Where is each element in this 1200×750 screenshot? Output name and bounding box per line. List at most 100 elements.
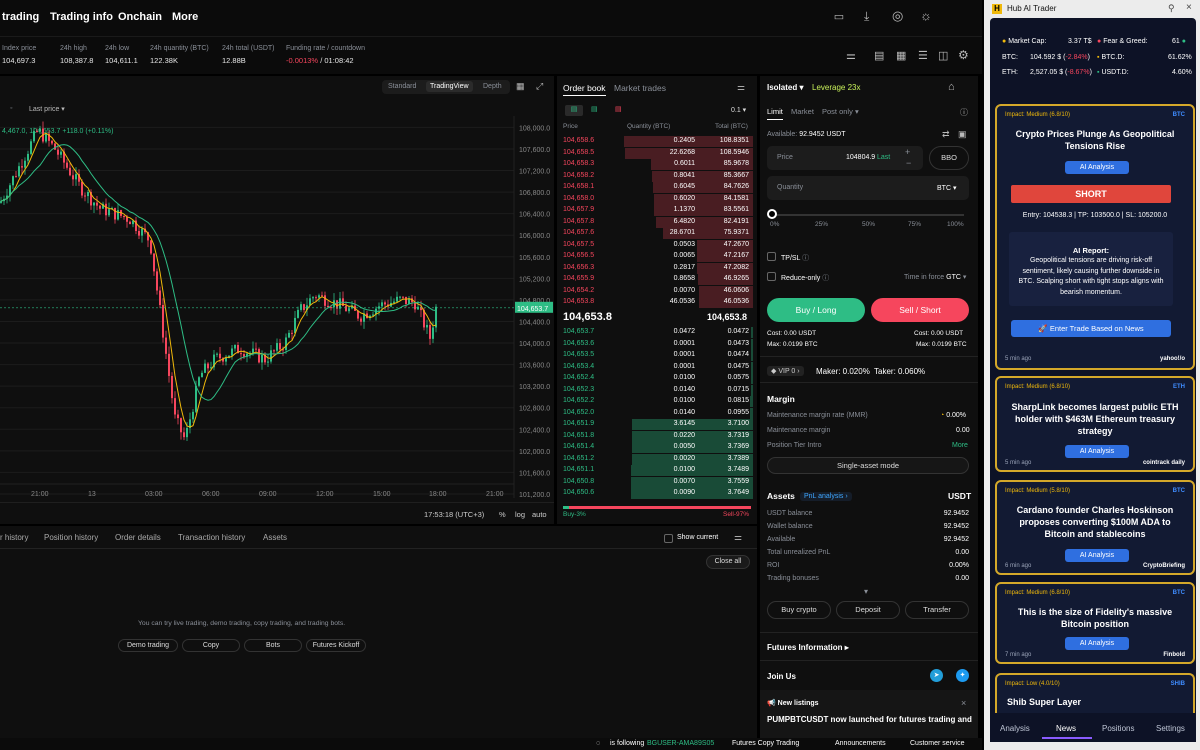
tab-order-history[interactable]: r history (0, 533, 28, 542)
nav-onchain[interactable]: Onchain (118, 11, 162, 23)
tab-order-details[interactable]: Order details (115, 533, 161, 542)
tpsl-checkbox[interactable] (767, 252, 776, 261)
time-in-force-select[interactable]: Time in force GTC ▾ (904, 273, 966, 281)
pnl-analysis-link[interactable]: PnL analysis › (800, 492, 852, 501)
wallet-icon[interactable]: ▭ (832, 10, 846, 24)
auto-scale-toggle[interactable]: auto (532, 510, 547, 519)
price-type-select[interactable]: Last price ▾ (29, 105, 65, 113)
ask-row[interactable]: 104,658.2 0.8041 85.3667 (557, 170, 753, 183)
sell-short-button[interactable]: Sell / Short (871, 298, 969, 322)
footer-copy-trading-link[interactable]: Futures Copy Trading (732, 740, 799, 747)
ask-row[interactable]: 104,658.6 0.2405 108.8351 (557, 136, 753, 148)
ask-row[interactable]: 104,654.2 0.0070 46.0606 (557, 285, 753, 298)
margin-mode-select[interactable]: Isolated ▾ (767, 83, 803, 92)
tab-assets[interactable]: Assets (263, 533, 287, 542)
footer-announcements-link[interactable]: Announcements (835, 740, 886, 747)
news-source[interactable]: Finbold (1163, 652, 1185, 658)
bid-row[interactable]: 104,650.6 0.0090 3.7649 (557, 488, 753, 500)
bid-row[interactable]: 104,653.4 0.0001 0.0475 (557, 361, 753, 374)
view-tradingview[interactable]: TradingView (426, 81, 473, 92)
twitter-icon[interactable]: ✦ (956, 669, 969, 682)
buy-crypto-button[interactable]: Buy crypto (767, 601, 831, 619)
tier-more-link[interactable]: More (952, 442, 968, 449)
enter-trade-button[interactable]: 🚀 Enter Trade Based on News (1011, 320, 1171, 337)
price-increase-icon[interactable]: + (905, 147, 910, 157)
log-scale-toggle[interactable]: log (515, 510, 525, 519)
chat-icon[interactable]: ◌ (596, 740, 600, 747)
demo-trading-button[interactable]: Demo trading (118, 639, 178, 652)
ai-analysis-button[interactable]: AI Analysis (1065, 445, 1129, 458)
ask-row[interactable]: 104,658.5 22.6268 108.5946 (557, 147, 753, 160)
bid-row[interactable]: 104,651.1 0.0100 3.7489 (557, 465, 753, 477)
transfer-icon[interactable]: ⇄ (942, 129, 950, 140)
ai-analysis-button[interactable]: AI Analysis (1065, 637, 1129, 650)
globe-icon[interactable]: ◎ (892, 8, 903, 24)
notes-icon[interactable]: ▤ (874, 49, 884, 62)
bid-row[interactable]: 104,651.9 3.6145 3.7100 (557, 419, 753, 431)
view-depth[interactable]: Depth (483, 83, 502, 90)
hub-tab-positions[interactable]: Positions (1102, 724, 1134, 733)
leverage-select[interactable]: Leverage 23x (812, 83, 860, 92)
nav-trading-info[interactable]: Trading info (50, 11, 113, 23)
price-input[interactable]: Price 104804.9 Last + − (767, 146, 923, 170)
ask-row[interactable]: 104,656.5 0.0065 47.2167 (557, 251, 753, 263)
percent-scale-toggle[interactable]: % (499, 510, 506, 519)
ask-row[interactable]: 104,658.1 0.6045 84.7626 (557, 182, 753, 194)
nav-trading[interactable]: trading (2, 11, 39, 23)
ask-row[interactable]: 104,656.3 0.2817 47.2082 (557, 262, 753, 275)
telegram-icon[interactable]: ➤ (930, 669, 943, 682)
nav-more[interactable]: More (172, 11, 198, 23)
ai-analysis-button[interactable]: AI Analysis (1065, 161, 1129, 174)
single-asset-mode-button[interactable]: Single-asset mode (767, 457, 969, 474)
quantity-input[interactable]: Quantity BTC ▾ (767, 176, 969, 200)
calculator-icon[interactable]: ⌂ (948, 81, 955, 93)
price-last-button[interactable]: Last (877, 154, 890, 161)
bid-row[interactable]: 104,652.0 0.0140 0.0955 (557, 407, 753, 420)
bid-row[interactable]: 104,652.3 0.0140 0.0715 (557, 384, 753, 397)
gear-icon[interactable]: ⚙ (958, 48, 969, 62)
download-icon[interactable]: ⤓ (864, 9, 869, 24)
show-current-checkbox[interactable] (664, 534, 673, 543)
bid-row[interactable]: 104,650.8 0.0070 3.7559 (557, 476, 753, 489)
bid-row[interactable]: 104,651.2 0.0020 3.7389 (557, 453, 753, 466)
settings-sliders-icon[interactable]: ⚌ (846, 49, 856, 62)
bid-row[interactable]: 104,651.4 0.0050 3.7369 (557, 442, 753, 454)
buy-long-button[interactable]: Buy / Long (767, 298, 865, 322)
news-card[interactable]: Impact: Medium (6.8/10) ETH SharpLink be… (995, 376, 1195, 472)
notification-icon[interactable]: ◫ (938, 49, 948, 62)
news-card[interactable]: Impact: Low (4.0/10) SHIB Shib Super Lay… (995, 673, 1195, 713)
bid-row[interactable]: 104,652.4 0.0100 0.0575 (557, 373, 753, 385)
theme-sun-icon[interactable]: ☼ (920, 8, 932, 23)
bots-button[interactable]: Bots (244, 639, 302, 652)
price-decrease-icon[interactable]: − (906, 158, 911, 168)
ask-row[interactable]: 104,653.8 46.0536 46.0536 (557, 297, 753, 309)
tab-transaction-history[interactable]: Transaction history (178, 533, 245, 542)
news-card[interactable]: Impact: Medium (6.8/10) BTC This is the … (995, 582, 1195, 664)
filter-icon[interactable]: ⚌ (734, 532, 742, 543)
bbo-button[interactable]: BBO (929, 146, 969, 170)
futures-information-link[interactable]: Futures Information ▸ (767, 643, 849, 652)
view-standard[interactable]: Standard (388, 83, 416, 90)
slider-mark-0[interactable]: 0% (770, 221, 779, 228)
order-tab-limit[interactable]: Limit (767, 107, 783, 120)
ask-row[interactable]: 104,658.3 0.6011 85.9678 (557, 159, 753, 171)
fullscreen-icon[interactable]: ⤢ (536, 81, 543, 92)
close-all-button[interactable]: Close all (706, 555, 750, 569)
futures-kickoff-button[interactable]: Futures Kickoff (306, 639, 366, 652)
calculator-icon[interactable]: ▦ (896, 49, 906, 62)
quantity-unit-select[interactable]: BTC ▾ (937, 184, 956, 192)
vip-badge[interactable]: ◆ VIP 0 › (767, 366, 804, 376)
view-asks-icon[interactable]: ▤ (615, 105, 622, 113)
view-both-icon[interactable]: ▤ (565, 105, 583, 116)
slider-mark-25[interactable]: 25% (815, 221, 828, 228)
hub-tab-settings[interactable]: Settings (1156, 724, 1185, 733)
tab-position-history[interactable]: Position history (44, 533, 98, 542)
candlestick-chart[interactable]: 108,000.0 107,600.0 107,200.0 106,800.0 106,… (0, 116, 554, 498)
order-tab-post-only[interactable]: Post only ▾ (822, 107, 859, 116)
tab-order-book[interactable]: Order book (563, 83, 606, 96)
bid-row[interactable]: 104,651.8 0.0220 3.7319 (557, 430, 753, 443)
ai-analysis-button[interactable]: AI Analysis (1065, 549, 1129, 562)
precision-select[interactable]: 0.1 ▾ (731, 106, 746, 114)
close-window-icon[interactable]: × (1186, 2, 1192, 13)
ask-row[interactable]: 104,655.9 0.8658 46.9265 (557, 274, 753, 286)
